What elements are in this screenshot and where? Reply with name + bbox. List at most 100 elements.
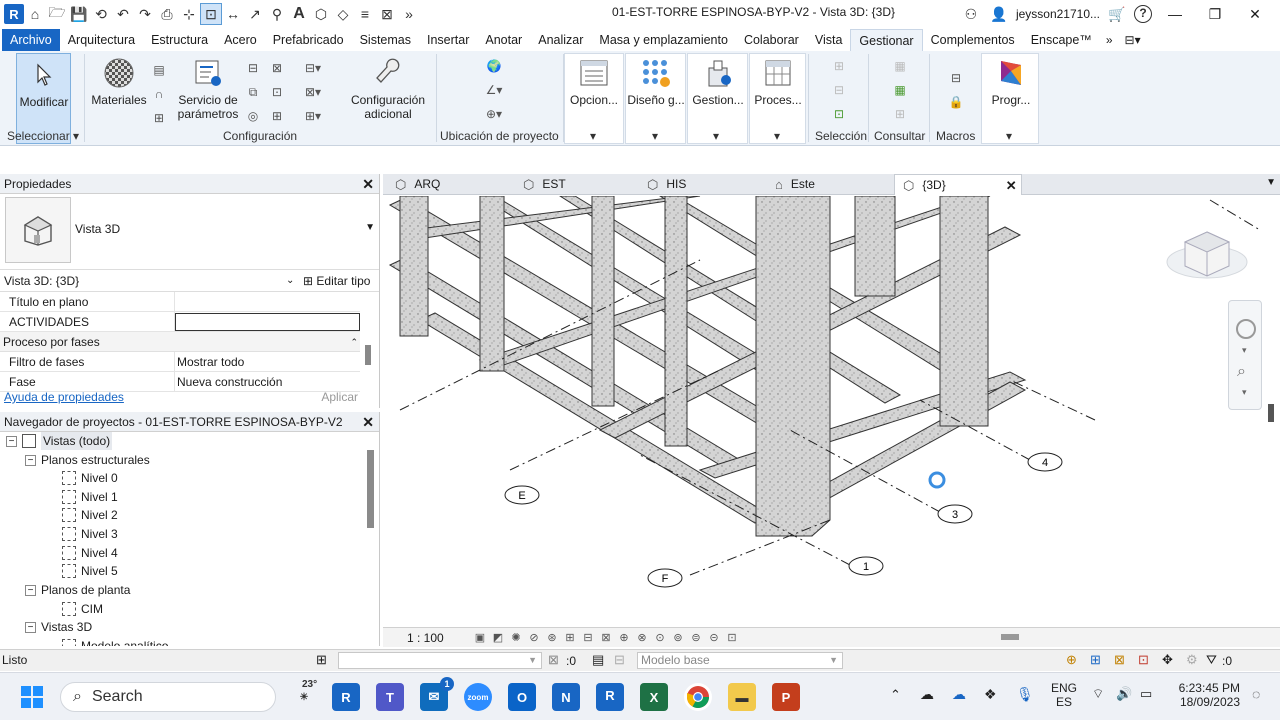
ids-of-selection-icon[interactable]: ▦ [891,57,909,75]
tree-root[interactable]: − Vistas (todo) [6,432,113,450]
transfer-standards-icon[interactable]: ⧉ [244,83,262,101]
drag-elements-icon[interactable]: ✥ [1162,652,1173,668]
view-tab-3d[interactable]: ⬡ {3D} ✕ [894,174,1022,195]
navisworks-icon[interactable]: N [552,683,580,711]
mail-icon[interactable]: ✉ 1 [420,677,454,711]
view-tab-est[interactable]: ⬡ EST [515,174,643,195]
grid-bubble-1[interactable]: 1 [863,561,869,573]
spot-elevation-icon[interactable]: ↗ [244,3,266,25]
print-icon[interactable]: ⎙ [156,3,178,25]
sync-icon[interactable]: ⟲ [90,3,112,25]
purge-icon[interactable]: ⊡ [268,83,286,101]
gestion-dropdown-icon[interactable]: ▾ [713,129,719,143]
crop-view-icon[interactable]: ⊞ [561,631,579,644]
grid-bubble-f[interactable]: F [662,573,669,585]
view-template-icon[interactable]: ⊝ [705,631,723,644]
powerpoint-icon[interactable]: P [772,683,800,711]
select-underlay-icon[interactable]: ⊞ [1090,652,1101,668]
chrome-icon[interactable] [684,683,712,711]
opciones-button[interactable]: Opcion... [566,57,622,107]
view-tab-arq[interactable]: ⬡ ARQ [387,174,515,195]
dropbox-icon[interactable]: ❖ [984,686,997,703]
modificar-button[interactable]: Modificar [18,59,70,109]
user-name[interactable]: jeysson21710... [1016,7,1100,21]
apply-button[interactable]: Aplicar [321,386,358,408]
property-value[interactable] [175,292,360,311]
tree-3d-views[interactable]: − Vistas 3D [25,618,92,636]
view-tab-his[interactable]: ⬡ HIS [639,174,767,195]
macro-manager-icon[interactable]: ⊟ [947,69,965,87]
select-pinned-icon[interactable]: ⊠ [1114,652,1125,668]
detail-level-icon[interactable]: ▣ [471,631,489,644]
drawing-canvas[interactable]: E F 1 3 4 [383,196,1263,626]
battery-icon[interactable]: ▭ [1140,686,1152,702]
mep-settings-icon[interactable]: ⊟▾ [304,59,322,77]
gestion-button[interactable]: Gestion... [688,57,748,107]
tab-complementos[interactable]: Complementos [923,29,1023,51]
property-value[interactable]: Mostrar todo [175,352,360,371]
minimize-button[interactable]: — [1158,6,1192,22]
tab-colaborar[interactable]: Colaborar [736,29,807,51]
proceso-dropdown-icon[interactable]: ▾ [774,129,780,143]
project-info-icon[interactable]: ▤ [150,61,168,79]
wifi-icon[interactable]: ⌔ [1092,686,1104,702]
zoom-icon[interactable]: zoom [464,683,492,711]
tabs-overflow-icon[interactable]: » [1100,29,1119,51]
worksharing-icon[interactable]: ⊜ [687,631,705,644]
proceso-button[interactable]: Proces... [750,57,806,107]
tab-analizar[interactable]: Analizar [530,29,591,51]
structure-3d-model[interactable]: E F 1 3 4 [383,196,1263,626]
type-dropdown-icon[interactable]: ▼ [365,222,375,233]
collapse-toggle-icon[interactable]: − [25,621,36,633]
windows-start-icon[interactable] [18,683,46,711]
3d-view-icon[interactable]: ⬡ [310,3,332,25]
programa-dropdown-icon[interactable]: ▾ [1006,129,1012,143]
redo-icon[interactable]: ↷ [134,3,156,25]
analytical-model-icon[interactable]: ⊙ [651,631,669,644]
sun-path-icon[interactable]: ✺ [507,631,525,644]
shadows-icon[interactable]: ⊘ [525,631,543,644]
tree-level[interactable]: Nivel 3 [62,525,118,543]
tab-prefabricado[interactable]: Prefabricado [265,29,352,51]
show-crop-icon[interactable]: ⊟ [579,631,597,644]
filter-icon[interactable]: ⛛ [1206,652,1217,668]
save-selection-icon[interactable]: ⊟ [830,81,848,99]
onedrive-business-icon[interactable]: ☁ [952,686,966,703]
clock[interactable]: 6:23:45 PM 18/09/2023 [1168,681,1240,709]
binoculars-icon[interactable]: ⚇ [960,6,982,23]
lock-view-icon[interactable]: ⊠ [597,631,615,644]
home-icon[interactable]: ⌂ [24,3,46,25]
browser-scrollbar[interactable] [367,450,374,528]
edit-selection-icon[interactable]: ⊡ [830,105,848,123]
open-icon[interactable]: 🗁 [46,3,68,25]
file-explorer-icon[interactable]: ▬ [728,683,756,711]
tab-gestionar[interactable]: Gestionar [850,29,923,51]
teams-icon[interactable]: T [376,683,404,711]
design-option-dropdown[interactable]: Modelo base ▼ [637,652,843,669]
collapse-icon[interactable]: ⌃ [350,332,358,352]
save-icon[interactable]: 💾 [68,3,90,25]
tab-vista[interactable]: Vista [807,29,851,51]
collapse-toggle-icon[interactable]: − [6,435,17,447]
configuracion-adicional-button[interactable]: Configuración adicional [345,57,431,121]
active-tool-icon[interactable]: ⊡ [200,3,222,25]
actividades-input[interactable] [175,313,360,331]
property-group[interactable]: Proceso por fases ⌃ [0,332,360,352]
workset-dropdown[interactable]: ▼ [338,652,542,669]
onedrive-icon[interactable]: ☁ [920,686,934,703]
opciones-dropdown-icon[interactable]: ▾ [590,129,596,143]
help-icon[interactable]: ? [1134,5,1152,23]
location-icon[interactable]: 🌍 [485,57,503,75]
structural-settings-dropdown-icon[interactable]: ⊞▾ [304,107,322,125]
tab-acero[interactable]: Acero [216,29,265,51]
diseno-dropdown-icon[interactable]: ▾ [652,129,658,143]
seleccionar-panel-label[interactable]: Seleccionar ▾ [7,129,79,143]
tab-estructura[interactable]: Estructura [143,29,216,51]
reveal-hidden-icon[interactable]: ⊗ [633,631,651,644]
thin-lines-icon[interactable]: ≡ [354,3,376,25]
close-view-tab-icon[interactable]: ✕ [1006,175,1017,196]
tree-structural-plans[interactable]: − Planos estructurales [25,451,150,469]
reveal-constraints-icon[interactable]: ⊡ [723,631,741,644]
tree-floor-item[interactable]: CIM [62,600,103,618]
weather-widget[interactable]: ☀ 23° [290,679,318,711]
